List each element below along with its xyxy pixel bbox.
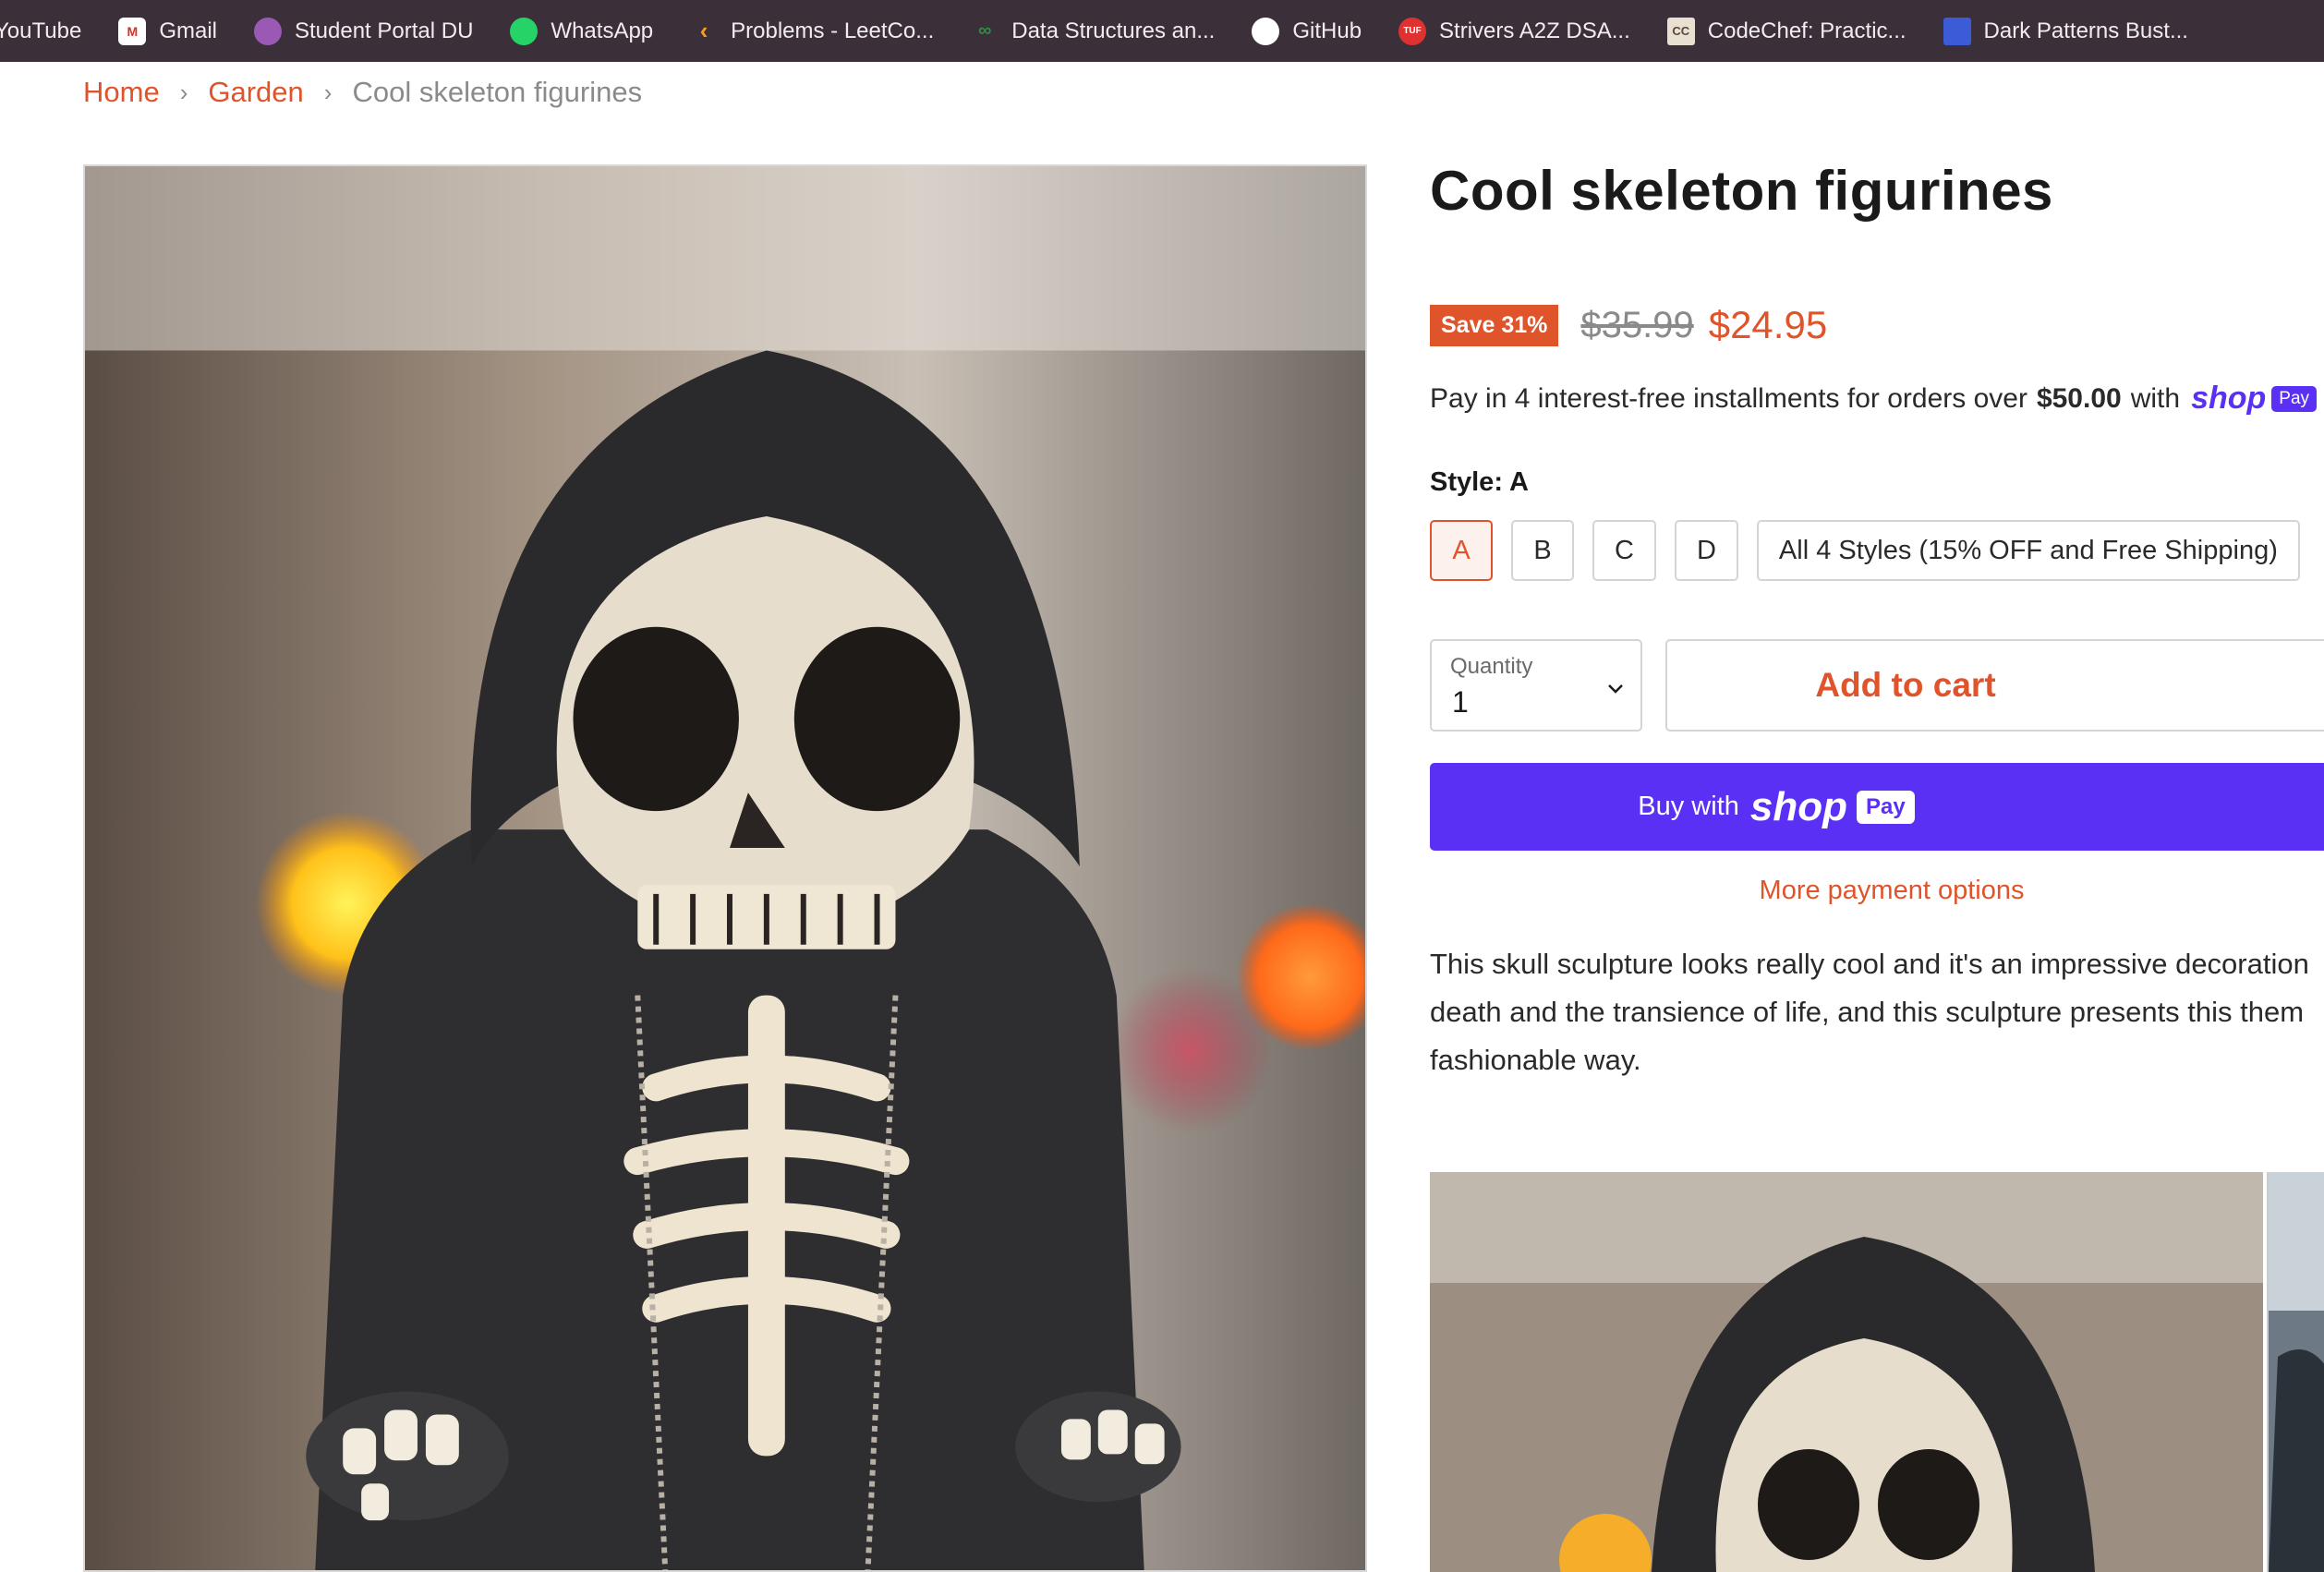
whatsapp-icon (510, 17, 539, 45)
bookmark-label: Student Portal DU (294, 18, 474, 43)
bookmark-codechef[interactable]: CC CodeChef: Practic... (1666, 17, 1906, 45)
installments-amount: $50.00 (2036, 382, 2122, 414)
style-option-all[interactable]: All 4 Styles (15% OFF and Free Shipping) (1756, 520, 2300, 581)
description-line: This skull sculpture looks really cool a… (1430, 948, 2309, 980)
shop-logo: shop (1749, 783, 1847, 829)
chevron-down-icon (1607, 672, 1624, 701)
github-icon (1252, 17, 1280, 45)
codechef-icon: CC (1666, 17, 1695, 45)
bookmark-label: Dark Patterns Bust... (1983, 18, 2188, 43)
installments-info: Pay in 4 interest-free installments for … (1430, 381, 2318, 417)
price-row: Save 31% $35.99 $24.95 (1430, 303, 1827, 347)
breadcrumb: Home › Garden › Cool skeleton figurines (83, 76, 642, 109)
bookmarks-bar: YouTube M Gmail Student Portal DU WhatsA… (0, 0, 2324, 62)
pay-badge: Pay (2271, 385, 2318, 412)
installments-suffix: with (2130, 382, 2181, 414)
gfg-icon: ∞ (978, 20, 992, 41)
more-payment-options-link[interactable]: More payment options (1430, 876, 2324, 906)
chevron-right-icon: › (323, 78, 333, 106)
add-to-cart-button[interactable]: Add to cart (1665, 639, 2324, 732)
bookmark-student-portal[interactable]: Student Portal DU (253, 17, 474, 45)
style-selected-value: A (1508, 467, 1529, 497)
bookmark-label: Strivers A2Z DSA... (1439, 18, 1630, 43)
quantity-label: Quantity (1450, 654, 1533, 679)
product-main-image[interactable] (83, 164, 1367, 1572)
bookmark-label: GitHub (1292, 18, 1362, 43)
sale-price: $24.95 (1708, 303, 1828, 346)
chevron-right-icon: › (179, 78, 188, 106)
bookmark-gfg[interactable]: ∞ Data Structures an... (971, 18, 1215, 45)
product-thumbnail-image (2269, 1172, 2324, 1572)
breadcrumb-garden[interactable]: Garden (208, 76, 303, 109)
gmail-icon: M (118, 17, 147, 45)
description-line: fashionable way. (1430, 1044, 1641, 1076)
style-label: Style: A (1430, 467, 1529, 498)
breadcrumb-home[interactable]: Home (83, 76, 160, 109)
shop-pay-logo[interactable]: shop (2191, 381, 2266, 417)
installments-text: Pay in 4 interest-free installments for … (1430, 382, 2027, 414)
bookmark-gmail[interactable]: M Gmail (118, 17, 217, 45)
pay-badge: Pay (1857, 790, 1915, 824)
style-label-text: Style: (1430, 467, 1503, 497)
product-thumbnail[interactable] (2267, 1172, 2324, 1572)
product-description: This skull sculpture looks really cool a… (1430, 940, 2324, 1084)
style-option-b[interactable]: B (1511, 520, 1574, 581)
tuf-icon: TUF (1398, 17, 1427, 45)
style-option-d[interactable]: D (1674, 520, 1738, 581)
bookmark-label: Gmail (159, 18, 217, 43)
bookmark-strivers[interactable]: TUF Strivers A2Z DSA... (1398, 17, 1630, 45)
bookmark-leetcode[interactable]: ‹ Problems - LeetCo... (690, 17, 935, 45)
bookmark-label: YouTube (0, 18, 82, 43)
save-badge: Save 31% (1430, 304, 1559, 346)
buy-with-text: Buy with (1638, 792, 1739, 821)
bookmark-label: Problems - LeetCo... (731, 18, 935, 43)
product-title: Cool skeleton figurines (1430, 160, 2053, 222)
bookmark-dark-patterns[interactable]: Dark Patterns Bust... (1943, 17, 2188, 45)
quantity-value: 1 (1452, 685, 1469, 719)
bookmark-label: CodeChef: Practic... (1707, 18, 1906, 43)
skeleton-figurine-thumbnail (1430, 1172, 2263, 1572)
bookmark-youtube[interactable]: YouTube (0, 18, 81, 44)
product-thumbnail[interactable] (1430, 1172, 2263, 1572)
quantity-select[interactable]: Quantity 1 (1430, 639, 1642, 732)
breadcrumb-current: Cool skeleton figurines (352, 76, 643, 108)
portal-icon (253, 17, 282, 45)
style-option-c[interactable]: C (1592, 520, 1656, 581)
style-option-a[interactable]: A (1430, 520, 1493, 581)
buy-with-shop-pay-button[interactable]: Buy with shop Pay (1430, 763, 2324, 851)
description-line: death and the transience of life, and th… (1430, 996, 2305, 1028)
bookmark-label: Data Structures an... (1011, 18, 1216, 43)
compare-at-price: $35.99 (1580, 304, 1694, 345)
darkpatterns-icon (1943, 17, 1971, 45)
bookmark-label: WhatsApp (551, 18, 654, 43)
style-swatches: A B C D All 4 Styles (15% OFF and Free S… (1430, 520, 2318, 581)
bookmark-github[interactable]: GitHub (1252, 17, 1362, 45)
bookmark-whatsapp[interactable]: WhatsApp (510, 17, 654, 45)
leetcode-icon: ‹ (699, 17, 708, 44)
skeleton-figurine-image (85, 166, 1365, 1570)
